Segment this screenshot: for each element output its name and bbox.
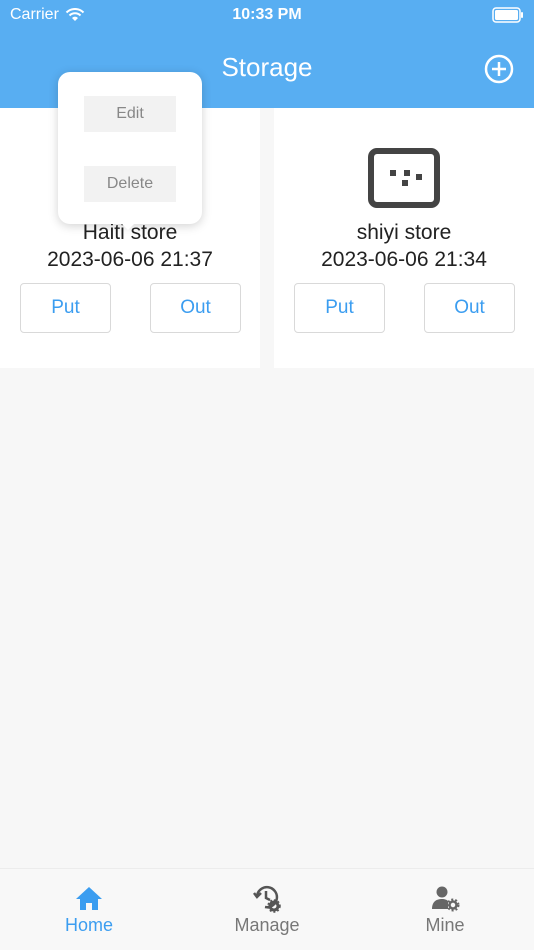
- tab-manage-label: Manage: [234, 915, 300, 935]
- put-button[interactable]: Put: [20, 283, 111, 333]
- status-time: 10:33 PM: [232, 6, 302, 23]
- battery-icon: [492, 7, 523, 23]
- tab-mine-label: Mine: [425, 915, 465, 935]
- context-menu-arrow: [118, 220, 138, 230]
- store-date: 2023-06-06 21:34: [321, 248, 487, 271]
- store-date: 2023-06-06 21:37: [47, 248, 213, 271]
- home-icon: [76, 887, 102, 910]
- tab-home[interactable]: Home: [29, 883, 149, 943]
- history-gear-icon: [253, 885, 281, 913]
- put-button[interactable]: Put: [294, 283, 385, 333]
- out-button[interactable]: Out: [424, 283, 515, 333]
- storage-box-icon: [368, 148, 440, 208]
- edit-menu-item[interactable]: Edit: [84, 96, 176, 132]
- delete-menu-item[interactable]: Delete: [84, 166, 176, 202]
- plus-circle-icon[interactable]: [484, 54, 514, 84]
- tab-home-label: Home: [64, 915, 113, 935]
- tab-bar: Home Manage Mine: [0, 868, 534, 950]
- store-name: shiyi store: [356, 221, 452, 244]
- store-card[interactable]: shiyi store 2023-06-06 21:34 Put Out: [274, 108, 534, 368]
- status-bar: Carrier 10:33 PM: [0, 0, 534, 30]
- tab-mine[interactable]: Mine: [385, 883, 505, 943]
- user-gear-icon: [432, 886, 460, 912]
- context-menu: Edit Delete: [58, 72, 202, 224]
- out-button[interactable]: Out: [150, 283, 241, 333]
- tab-manage[interactable]: Manage: [207, 883, 327, 943]
